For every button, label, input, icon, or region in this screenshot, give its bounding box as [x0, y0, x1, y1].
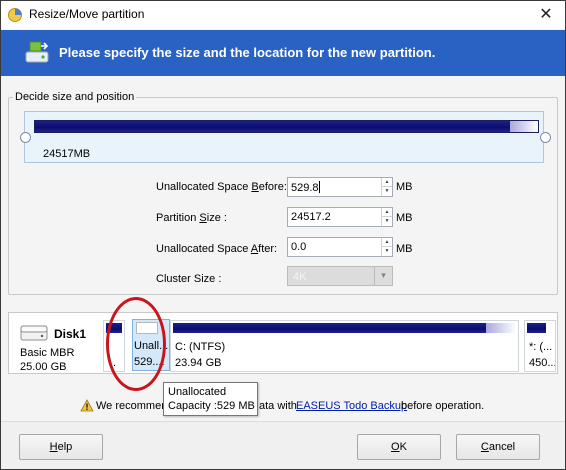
warning-text: We recommen [96, 400, 168, 412]
tooltip-capacity: Capacity :529 MB [168, 400, 255, 412]
unallocated-after-label: Unallocated Space After: [156, 243, 278, 255]
dialog-footer: Help OK Cancel [1, 421, 565, 469]
partition-size-field-label: Partition Size : [156, 212, 227, 224]
cluster-size-label: Cluster Size : [156, 273, 222, 285]
partition-block-last[interactable]: *: (... 450... [524, 320, 556, 372]
unit-mb: MB [396, 243, 413, 255]
cluster-size-value: 4K [293, 271, 307, 283]
help-button-label: elp [57, 441, 73, 453]
spin-down-icon[interactable]: ▼ [382, 187, 392, 196]
spin-up-icon[interactable]: ▲ [382, 238, 392, 247]
disk-size: 25.00 GB [20, 361, 67, 373]
partition-size-bar[interactable]: 24517MB [24, 111, 544, 163]
warning-text-mid: ata with [259, 400, 297, 412]
group-legend: Decide size and position [13, 91, 137, 103]
partition-fill-highlight [486, 323, 516, 333]
partition-size-spinner[interactable]: 24517.2 ▲ ▼ [287, 207, 393, 227]
close-icon: ✕ [539, 6, 553, 23]
last-partition-size: 450... [529, 357, 556, 369]
spin-down-icon[interactable]: ▼ [382, 217, 392, 226]
partition-block-bar [527, 323, 546, 333]
disk-type: Basic MBR [20, 347, 75, 359]
cluster-size-select[interactable]: 4K ▼ [287, 266, 393, 286]
partition-fill[interactable] [34, 120, 539, 133]
unallocated-before-input[interactable]: 529.8 [291, 181, 320, 194]
partition-block-c[interactable]: C: (NTFS) 23.94 GB [170, 320, 519, 372]
cancel-button[interactable]: Cancel [456, 434, 540, 460]
spinner-arrows: ▲ ▼ [381, 178, 392, 196]
hard-disk-icon [20, 325, 48, 341]
close-button[interactable]: ✕ [533, 4, 559, 26]
spinner-arrows: ▲ ▼ [381, 238, 392, 256]
instruction-text: Please specify the size and the location… [59, 45, 436, 60]
instruction-header: Please specify the size and the location… [1, 30, 565, 76]
c-partition-label: C: (NTFS) [175, 341, 226, 353]
window-title: Resize/Move partition [29, 7, 145, 21]
help-button[interactable]: Help [19, 434, 103, 460]
warning-icon [80, 399, 94, 412]
partition-fill-highlight [510, 121, 538, 132]
unallocated-tooltip: Unallocated Capacity :529 MB [163, 382, 258, 416]
cancel-button-label: ancel [488, 441, 516, 453]
partition-size-label: 24517MB [43, 148, 91, 160]
spin-up-icon[interactable]: ▲ [382, 178, 392, 187]
unallocated-after-spinner[interactable]: 0.0 ▲ ▼ [287, 237, 393, 257]
spinner-arrows: ▲ ▼ [381, 208, 392, 226]
partition-block-bar [173, 323, 516, 333]
unit-mb: MB [396, 181, 413, 193]
disk-map: Disk1 Basic MBR 25.00 GB .. C: (NTFS) 23… [8, 312, 558, 374]
c-partition-size: 23.94 GB [175, 357, 222, 369]
chevron-down-icon: ▼ [374, 267, 392, 285]
warning-tail-text: before operation. [401, 400, 485, 412]
unallocated-before-label: Unallocated Space Before: [156, 181, 287, 193]
last-partition-label: *: (... [529, 341, 553, 353]
disk-resize-icon [25, 41, 49, 63]
annotation-circle [106, 297, 166, 391]
left-resize-handle[interactable] [20, 132, 31, 143]
partition-app-icon [8, 8, 22, 22]
spin-down-icon[interactable]: ▼ [382, 247, 392, 256]
unallocated-before-spinner[interactable]: 529.8 ▲ ▼ [287, 177, 393, 197]
title-bar: Resize/Move partition ✕ [1, 1, 565, 29]
tooltip-title: Unallocated [168, 386, 227, 398]
disk-name: Disk1 [54, 327, 87, 341]
right-resize-handle[interactable] [540, 132, 551, 143]
spin-up-icon[interactable]: ▲ [382, 208, 392, 217]
unit-mb: MB [396, 212, 413, 224]
ok-button[interactable]: OK [357, 434, 441, 460]
resize-move-dialog: Resize/Move partition ✕ Please specify t… [0, 0, 566, 470]
partition-size-input[interactable]: 24517.2 [291, 211, 331, 223]
todo-backup-link[interactable]: EASEUS Todo Backup [296, 400, 407, 412]
ok-button-label: K [399, 441, 407, 453]
unallocated-after-input[interactable]: 0.0 [291, 241, 306, 253]
